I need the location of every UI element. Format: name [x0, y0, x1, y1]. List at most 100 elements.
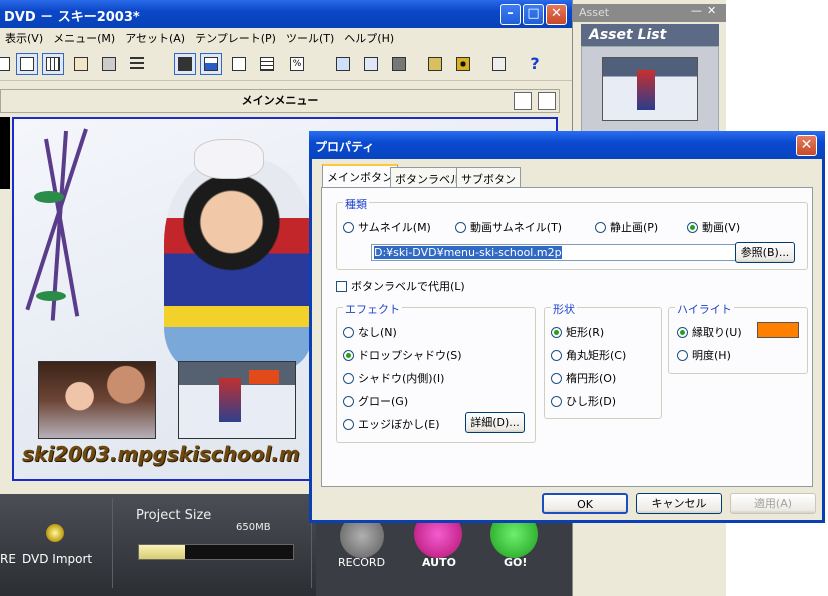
settings-icon[interactable] — [488, 53, 510, 75]
shape-group: 形状 矩形(R) 角丸矩形(C) 楕円形(O) ひし形(D) — [544, 301, 662, 419]
asset-list[interactable] — [581, 46, 719, 132]
menu-view[interactable]: 表示(V) — [0, 28, 48, 48]
tab-page: 種類 サムネイル(M) 動画サムネイル(T) 静止画(P) 動画(V) D:¥s… — [321, 187, 813, 487]
thumbnail-skiers[interactable] — [178, 361, 296, 439]
select-frame-icon[interactable] — [16, 53, 38, 75]
asset-thumbnail[interactable] — [602, 57, 698, 121]
asset-panel-title: Asset — [573, 4, 727, 22]
thumbnail-baby[interactable] — [38, 361, 156, 439]
file-path-value: D:¥ski-DVD¥menu-ski-school.m2p — [374, 246, 562, 259]
label-view-icon[interactable] — [200, 53, 222, 75]
zoom-percent-icon[interactable]: % — [286, 53, 308, 75]
project-size-fill — [139, 545, 186, 559]
menu-menu[interactable]: メニュー(M) — [48, 28, 120, 48]
layout2-icon[interactable] — [98, 53, 120, 75]
girl-photo — [164, 159, 314, 369]
link-icon[interactable] — [360, 53, 382, 75]
layers-icon[interactable] — [388, 53, 410, 75]
replace-with-label-checkbox[interactable]: ボタンラベルで代用(L) — [336, 278, 465, 294]
radio-ellipse-label: 楕円形(O) — [566, 372, 617, 385]
radio-effect-none[interactable]: なし(N) — [343, 324, 397, 340]
radio-inner-shadow[interactable]: シャドウ(内側)(I) — [343, 370, 444, 386]
project-size-meter — [138, 544, 294, 560]
radio-drop-shadow[interactable]: ドロップシャドウ(S) — [343, 347, 462, 363]
toolbar: % ? — [0, 47, 572, 81]
effect-group-label: エフェクト — [343, 301, 402, 317]
shape-group-label: 形状 — [551, 301, 577, 317]
dialog-title: プロパティ — [309, 131, 825, 159]
pin-icon[interactable]: — — [691, 4, 702, 17]
close-icon[interactable]: ✕ — [707, 4, 716, 17]
radio-video-thumbnail[interactable]: 動画サムネイル(T) — [455, 219, 562, 235]
page-list-icon[interactable] — [538, 92, 556, 110]
radio-diamond-label: ひし形(D) — [566, 395, 617, 408]
tab-main-button[interactable]: メインボタン — [322, 164, 398, 188]
add-page-icon[interactable] — [514, 92, 532, 110]
menu-help[interactable]: ヘルプ(H) — [339, 28, 399, 48]
main-window-title: DVD － スキー2003* — [0, 0, 572, 28]
left-label: RE — [0, 552, 16, 566]
tool-icon[interactable] — [0, 53, 14, 75]
highlight-color-swatch[interactable] — [757, 322, 799, 338]
minimize-button[interactable]: – — [500, 4, 521, 25]
radio-effect-none-label: なし(N) — [358, 326, 397, 339]
radio-outline[interactable]: 縁取り(U) — [677, 324, 742, 340]
file-path-field[interactable]: D:¥ski-DVD¥menu-ski-school.m2p — [371, 244, 753, 261]
dialog-close-icon[interactable]: ✕ — [796, 135, 817, 156]
dvd-import-led-icon[interactable] — [46, 524, 64, 542]
ski-pole-basket — [36, 291, 66, 301]
layout-icon[interactable] — [70, 53, 92, 75]
close-button[interactable]: ✕ — [546, 4, 567, 25]
radio-still-image[interactable]: 静止画(P) — [595, 219, 658, 235]
skier-figure — [637, 70, 655, 110]
auto-label[interactable]: AUTO — [422, 556, 456, 569]
menu-caption[interactable]: ski2003.mpgskischool.m — [22, 442, 300, 466]
type-group-label: 種類 — [343, 196, 369, 212]
tab-sub-button[interactable]: サブボタン — [456, 167, 521, 187]
help-icon[interactable]: ? — [524, 53, 546, 75]
table-view-icon[interactable] — [256, 53, 278, 75]
grid-icon[interactable] — [42, 53, 64, 75]
radio-ellipse[interactable]: 楕円形(O) — [551, 370, 616, 386]
radio-video[interactable]: 動画(V) — [687, 219, 740, 235]
frame-view-icon[interactable] — [228, 53, 250, 75]
radio-diamond[interactable]: ひし形(D) — [551, 393, 616, 409]
radio-thumbnail[interactable]: サムネイル(M) — [343, 219, 431, 235]
radio-thumbnail-label: サムネイル(M) — [358, 221, 431, 234]
menubar: 表示(V) メニュー(M) アセット(A) テンプレート(P) ツール(T) ヘルプ(H) — [0, 28, 572, 47]
import-icon[interactable] — [332, 53, 354, 75]
dvd-import-label[interactable]: DVD Import — [22, 552, 92, 566]
properties-dialog: プロパティ ✕ メインボタン ボタンラベル サブボタン 種類 サムネイル(M) … — [309, 131, 825, 523]
radio-brightness[interactable]: 明度(H) — [677, 347, 731, 363]
cancel-button[interactable]: キャンセル — [636, 493, 722, 514]
skier-figure — [219, 378, 241, 422]
menu-tools[interactable]: ツール(T) — [281, 28, 339, 48]
radio-brightness-label: 明度(H) — [692, 349, 731, 362]
preview-icon[interactable] — [424, 53, 446, 75]
ski-pole-basket — [34, 191, 64, 203]
radio-outline-label: 縁取り(U) — [692, 326, 742, 339]
radio-edge-blur[interactable]: エッジぼかし(E) — [343, 416, 440, 432]
button-view-icon[interactable] — [174, 53, 196, 75]
record-label[interactable]: RECORD — [338, 556, 385, 569]
radio-glow[interactable]: グロー(G) — [343, 393, 408, 409]
banner-image — [249, 370, 279, 384]
go-label[interactable]: GO! — [504, 556, 527, 569]
radio-rounded-rectangle[interactable]: 角丸矩形(C) — [551, 347, 626, 363]
tab-button-label[interactable]: ボタンラベル — [390, 167, 466, 187]
align-icon[interactable] — [126, 53, 148, 75]
asset-list-header: Asset List — [581, 24, 719, 46]
ok-button[interactable]: OK — [542, 493, 628, 514]
browse-button[interactable]: 参照(B)... — [735, 242, 795, 263]
details-button[interactable]: 詳細(D)... — [465, 412, 525, 433]
disc-icon[interactable] — [452, 53, 474, 75]
radio-video-thumbnail-label: 動画サムネイル(T) — [470, 221, 563, 234]
boots-image — [194, 139, 264, 179]
project-size-label: Project Size — [136, 508, 212, 523]
radio-rectangle-label: 矩形(R) — [566, 326, 605, 339]
menu-template[interactable]: テンプレート(P) — [190, 28, 281, 48]
maximize-button[interactable]: □ — [523, 4, 544, 25]
apply-button[interactable]: 適用(A) — [730, 493, 816, 514]
radio-rectangle[interactable]: 矩形(R) — [551, 324, 604, 340]
menu-asset[interactable]: アセット(A) — [120, 28, 190, 48]
